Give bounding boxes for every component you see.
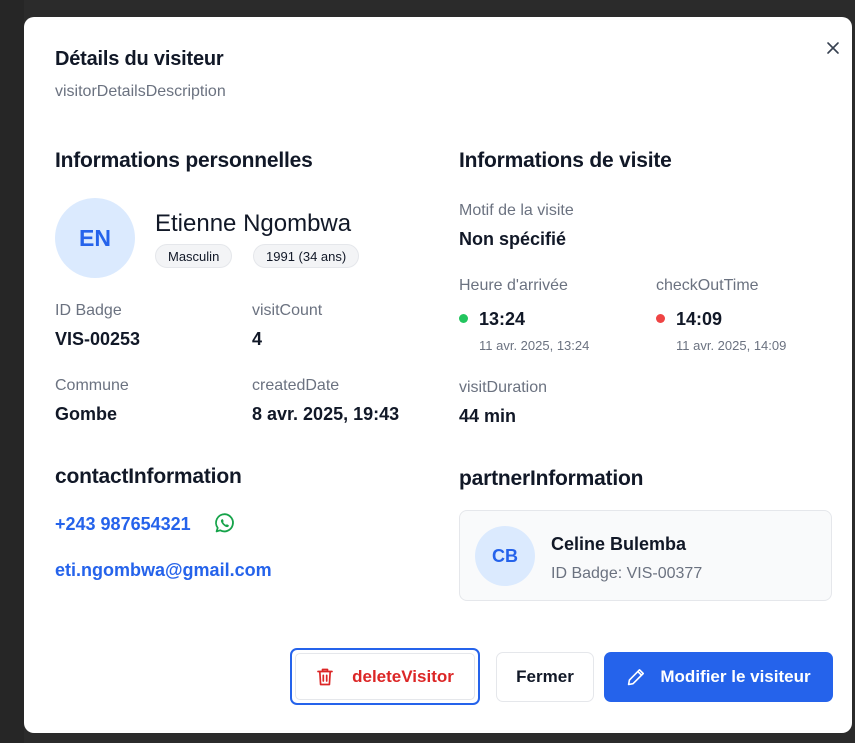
phone-link[interactable]: +243 987654321 (55, 514, 191, 535)
visit-count-label: visitCount (252, 302, 323, 319)
visitor-name: Etienne Ngombwa (155, 210, 352, 237)
checkout-time-value: 14:09 (676, 309, 723, 329)
edit-visitor-label: Modifier le visiteur (660, 667, 811, 686)
partner-info-heading: partnerInformation (459, 467, 644, 490)
visit-purpose-value: Non spécifié (459, 229, 567, 249)
arrival-time-label: Heure d'arrivée (459, 277, 568, 294)
checkout-time-label: checkOutTime (656, 277, 759, 294)
edit-visitor-button[interactable]: Modifier le visiteur (604, 652, 833, 702)
personal-info-heading: Informations personnelles (55, 149, 313, 172)
visit-duration-value: 44 min (459, 406, 517, 426)
dialog-title: Détails du visiteur (55, 48, 224, 70)
checkout-status-dot (656, 314, 665, 323)
badge-id-value: VIS-00253 (55, 329, 141, 349)
close-dialog-button[interactable] (824, 39, 842, 57)
backdrop[interactable] (0, 0, 24, 743)
commune-label: Commune (55, 377, 129, 394)
partner-avatar: CB (475, 526, 535, 586)
whatsapp-icon[interactable] (214, 512, 236, 534)
arrival-time-value: 13:24 (479, 309, 526, 329)
birth-year-badge: 1991 (34 ans) (253, 244, 360, 268)
checkout-datetime: 11 avr. 2025, 14:09 (676, 338, 787, 353)
visit-duration-label: visitDuration (459, 379, 548, 396)
gender-badge: Masculin (155, 244, 233, 268)
avatar: EN (55, 198, 135, 278)
commune-value: Gombe (55, 404, 118, 424)
delete-visitor-button[interactable]: deleteVisitor (290, 648, 480, 705)
contact-info-heading: contactInformation (55, 465, 242, 488)
partner-name: Celine Bulemba (551, 534, 687, 554)
dialog-description: visitorDetailsDescription (55, 83, 226, 100)
visit-info-heading: Informations de visite (459, 149, 672, 172)
visit-count-value: 4 (252, 329, 263, 349)
created-date-value: 8 avr. 2025, 19:43 (252, 404, 400, 424)
badge-id-label: ID Badge (55, 302, 122, 319)
partner-card[interactable]: CB Celine Bulemba ID Badge: VIS-00377 (459, 510, 832, 601)
visitor-details-dialog: Détails du visiteur visitorDetailsDescri… (24, 17, 852, 733)
close-icon (827, 42, 839, 54)
pencil-icon (628, 669, 645, 686)
arrival-status-dot (459, 314, 468, 323)
trash-icon (317, 668, 333, 685)
delete-visitor-label: deleteVisitor (352, 666, 454, 686)
partner-badge-id: ID Badge: VIS-00377 (551, 565, 703, 582)
created-date-label: createdDate (252, 377, 340, 394)
arrival-datetime: 11 avr. 2025, 13:24 (479, 338, 590, 353)
close-button[interactable]: Fermer (496, 652, 594, 702)
visit-purpose-label: Motif de la visite (459, 202, 574, 219)
email-link[interactable]: eti.ngombwa@gmail.com (55, 560, 272, 581)
